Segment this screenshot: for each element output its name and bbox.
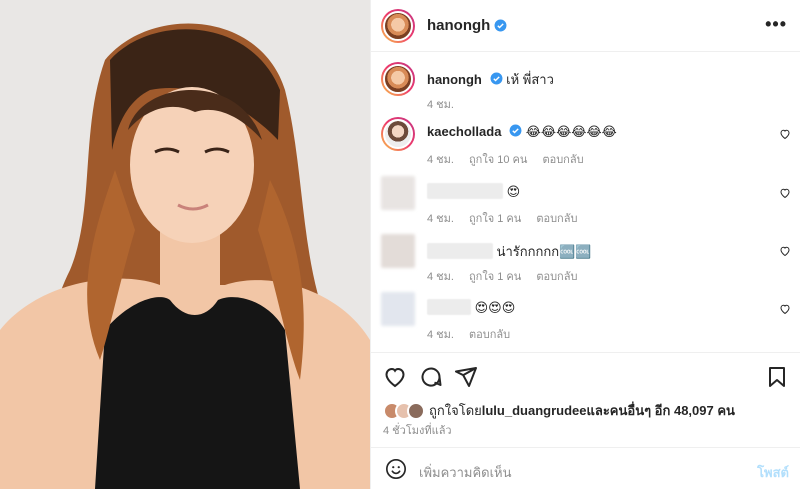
comment-time: 4 ชม.	[427, 154, 454, 166]
comment-text: น่ารักกกกก🆒🆒	[496, 244, 592, 259]
comment-username[interactable]: kaechollada	[427, 124, 501, 139]
comment-line: kaechollada 😂😂😂😂😂😂	[427, 124, 617, 140]
likes-summary: ถูกใจโดย lulu_duangrudee และคนอื่นๆ อีก …	[383, 400, 735, 421]
reply-button[interactable]: ตอบกลับ	[536, 213, 577, 225]
liker-avatars[interactable]	[383, 401, 429, 420]
list-item: 😍 4 ชม. ถูกใจ 1 คน ตอบกลับ	[381, 176, 791, 226]
comment-time: 4 ชม.	[427, 213, 454, 225]
comment-like-icon[interactable]	[779, 128, 791, 140]
avatar[interactable]	[381, 176, 415, 210]
verified-badge-icon	[490, 72, 502, 85]
comment-meta: 4 ชม. ถูกใจ 1 คน ตอบกลับ	[427, 267, 589, 285]
reply-button[interactable]: ตอบกลับ	[542, 154, 583, 166]
avatar[interactable]	[381, 62, 415, 96]
share-icon[interactable]	[454, 365, 478, 389]
likes-suffix[interactable]: และคนอื่นๆ อีก 48,097 คน	[586, 400, 734, 421]
comment-time: 4 ชม.	[427, 329, 454, 341]
comment-line: 😍	[427, 183, 520, 200]
like-icon[interactable]	[383, 365, 407, 389]
add-comment-bar: เพิ่มความคิดเห็น โพสต์	[371, 447, 800, 489]
comment-likes[interactable]: ถูกใจ 1 คน	[469, 271, 521, 283]
comment-input[interactable]: เพิ่มความคิดเห็น	[419, 462, 512, 483]
post-image	[0, 0, 370, 489]
comment-likes[interactable]: ถูกใจ 10 คน	[469, 154, 527, 166]
comment-meta: 4 ชม. ตอบกลับ	[427, 325, 522, 343]
comment-username-blurred[interactable]	[427, 183, 503, 199]
comment-username-blurred[interactable]	[427, 243, 493, 259]
list-item: น่ารักกกกก🆒🆒 4 ชม. ถูกใจ 1 คน ตอบกลับ	[381, 234, 791, 284]
comment-meta: 4 ชม. ถูกใจ 10 คน ตอบกลับ	[427, 150, 596, 168]
caption-username[interactable]: hanongh	[427, 72, 482, 87]
emoji-icon[interactable]	[385, 458, 407, 480]
comment-text: 😍😍😍	[474, 300, 516, 315]
avatar[interactable]	[381, 234, 415, 268]
comment-text: 😂😂😂😂😂😂	[525, 124, 617, 139]
likes-user[interactable]: lulu_duangrudee	[482, 403, 587, 418]
comment-meta: 4 ชม. ถูกใจ 1 คน ตอบกลับ	[427, 209, 589, 227]
comment-line: 😍😍😍	[427, 299, 515, 316]
comment-line: น่ารักกกกก🆒🆒	[427, 241, 592, 262]
caption-text: เห้ พี่สาว	[506, 72, 554, 87]
avatar[interactable]	[381, 117, 415, 151]
comment-like-icon[interactable]	[779, 303, 791, 315]
avatar[interactable]	[381, 292, 415, 326]
post-time[interactable]: 4 ชั่วโมงที่แล้ว	[383, 421, 452, 439]
more-options-icon[interactable]: •••	[765, 14, 787, 35]
reply-button[interactable]: ตอบกลับ	[536, 271, 577, 283]
comment-time: 4 ชม.	[427, 271, 454, 283]
action-bar	[371, 360, 800, 394]
likes-prefix: ถูกใจโดย	[429, 403, 482, 418]
avatar[interactable]	[381, 8, 415, 43]
caption-meta: 4 ชม.	[427, 95, 466, 113]
verified-badge-icon	[494, 19, 507, 32]
caption-line: hanongh เห้ พี่สาว	[427, 69, 554, 90]
reply-button[interactable]: ตอบกลับ	[469, 329, 510, 341]
post-button[interactable]: โพสต์	[757, 462, 789, 483]
comments-list: hanongh เห้ พี่สาว 4 ชม. kaechollada 😂😂😂…	[371, 53, 800, 353]
save-icon[interactable]	[765, 365, 789, 389]
comment-username-blurred[interactable]	[427, 299, 471, 315]
post-username[interactable]: hanongh	[427, 17, 490, 34]
list-item: kaechollada 😂😂😂😂😂😂 4 ชม. ถูกใจ 10 คน ตอบ…	[381, 117, 791, 167]
list-item: 😍😍😍 4 ชม. ตอบกลับ	[381, 292, 791, 342]
caption: hanongh เห้ พี่สาว 4 ชม.	[381, 62, 791, 112]
comment-text: 😍	[506, 184, 521, 199]
post-header: hanongh •••	[371, 0, 800, 52]
post-panel: hanongh ••• hanongh เห้ พี่สาว 4 ชม. kae…	[370, 0, 800, 489]
comment-icon[interactable]	[419, 365, 443, 389]
comment-like-icon[interactable]	[779, 245, 791, 257]
caption-time: 4 ชม.	[427, 99, 454, 111]
comment-like-icon[interactable]	[779, 187, 791, 199]
verified-badge-icon	[509, 124, 522, 137]
comment-likes[interactable]: ถูกใจ 1 คน	[469, 213, 521, 225]
